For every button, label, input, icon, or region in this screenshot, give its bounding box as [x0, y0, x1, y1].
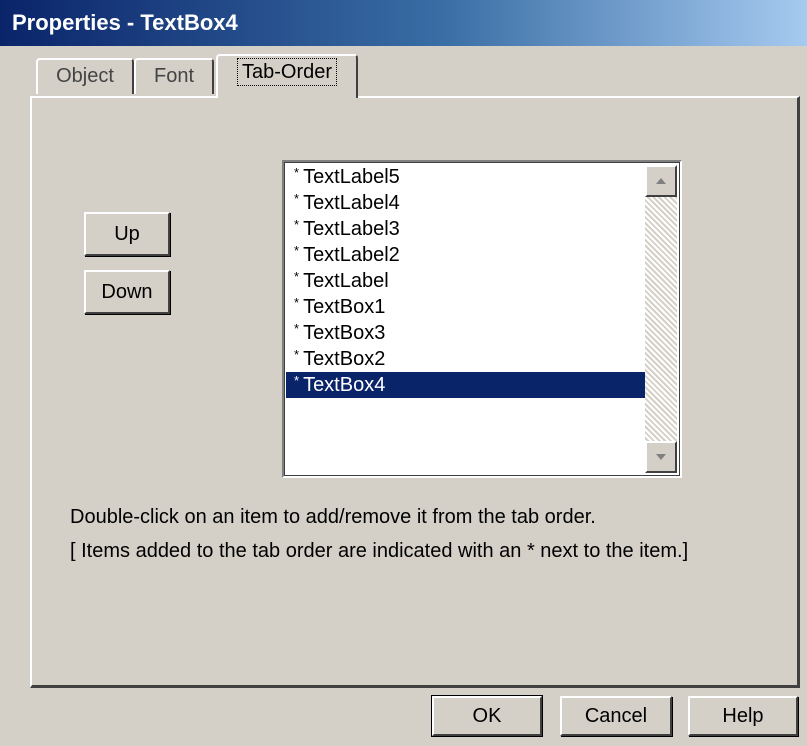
list-item[interactable]: * TextLabel5: [286, 164, 646, 190]
list-item-label: TextLabel: [303, 270, 389, 292]
scroll-up-button[interactable]: [645, 165, 677, 197]
star-marker: *: [294, 243, 300, 258]
list-item[interactable]: * TextLabel: [286, 268, 646, 294]
list-item[interactable]: * TextBox2: [286, 346, 646, 372]
star-marker: *: [294, 373, 300, 388]
tab-order-list: * TextLabel5 * TextLabel4 * TextLabel3 * Tex…: [286, 164, 646, 398]
hint-text-double-click: Double-click on an item to add/remove it…: [70, 506, 596, 528]
list-item-selected[interactable]: * TextBox4: [286, 372, 646, 398]
star-marker: *: [294, 269, 300, 284]
list-item[interactable]: * TextLabel2: [286, 242, 646, 268]
list-item-label: TextLabel4: [303, 192, 400, 214]
list-item-label: TextBox4: [303, 374, 386, 396]
star-marker: *: [294, 165, 300, 180]
list-item[interactable]: * TextLabel4: [286, 190, 646, 216]
ok-button[interactable]: OK: [431, 695, 543, 737]
chevron-up-icon: [656, 178, 666, 184]
tab-tab-order[interactable]: Tab-Order: [216, 54, 358, 98]
tab-font[interactable]: Font: [134, 58, 214, 94]
tab-order-listbox[interactable]: * TextLabel5 * TextLabel4 * TextLabel3 * Tex…: [282, 160, 682, 478]
help-button[interactable]: Help: [688, 696, 798, 736]
up-button[interactable]: Up: [84, 212, 170, 256]
list-item[interactable]: * TextBox3: [286, 320, 646, 346]
star-marker: *: [294, 217, 300, 232]
list-item-label: TextBox1: [303, 296, 386, 318]
tab-object-label: Object: [56, 65, 114, 87]
vertical-scrollbar[interactable]: [645, 165, 677, 473]
scroll-down-button[interactable]: [645, 441, 677, 473]
list-item[interactable]: * TextLabel3: [286, 216, 646, 242]
hint-text-asterisk: [ Items added to the tab order are indic…: [70, 540, 689, 562]
tab-font-label: Font: [153, 65, 195, 87]
list-item-label: TextLabel5: [303, 166, 400, 188]
star-marker: *: [294, 191, 300, 206]
list-item[interactable]: * TextBox1: [286, 294, 646, 320]
down-button[interactable]: Down: [84, 270, 170, 314]
list-item-label: TextBox2: [303, 348, 386, 370]
list-item-label: TextLabel2: [303, 244, 400, 266]
tab-tab-order-label: Tab-Order: [236, 58, 338, 86]
list-item-label: TextBox3: [303, 322, 386, 344]
star-marker: *: [294, 321, 300, 336]
star-marker: *: [294, 295, 300, 310]
window-title: Properties - TextBox4: [0, 0, 807, 46]
cancel-button[interactable]: Cancel: [560, 696, 672, 736]
list-item-label: TextLabel3: [303, 218, 400, 240]
tab-object[interactable]: Object: [36, 58, 134, 94]
chevron-down-icon: [656, 454, 666, 460]
star-marker: *: [294, 347, 300, 362]
